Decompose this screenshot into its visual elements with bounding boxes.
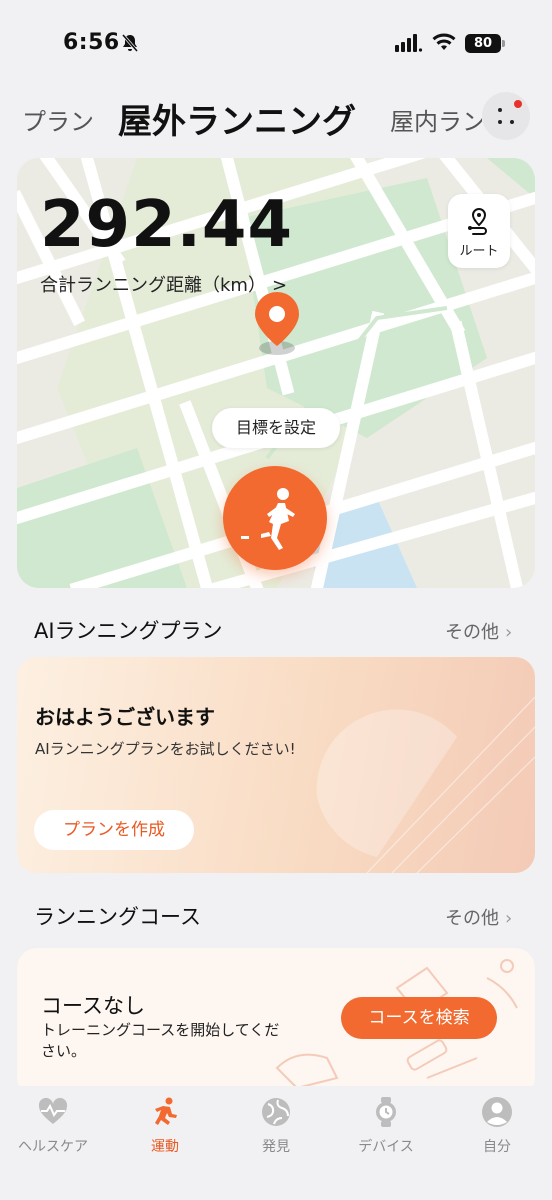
nav-discover[interactable]: 発見 — [221, 1096, 331, 1156]
status-time: 6:56 — [63, 30, 120, 55]
more-menu-button[interactable] — [482, 92, 530, 140]
nav-exercise[interactable]: 運動 — [110, 1096, 220, 1156]
notification-dot — [514, 100, 522, 108]
route-icon — [468, 207, 487, 235]
tab-plan[interactable]: プラン — [22, 102, 94, 137]
mode-tabs: プラン 屋外ランニング 屋内ランニング — [0, 88, 552, 148]
chevron-right-icon: › — [505, 622, 513, 643]
nav-me-label: 自分 — [483, 1139, 511, 1155]
watch-icon — [376, 1097, 396, 1127]
wifi-icon — [432, 33, 456, 50]
start-run-button[interactable] — [223, 466, 327, 570]
bottom-nav: ヘルスケア 運動 発見 デバイス 自分 — [0, 1086, 552, 1200]
route-label: ルート — [459, 244, 499, 259]
bell-muted-icon — [121, 34, 139, 52]
create-plan-button[interactable]: プランを作成 — [34, 810, 194, 850]
ai-plan-more-label: その他 — [445, 622, 499, 643]
distance-label-text: 合計ランニング距離（km） — [40, 275, 266, 296]
plan-description: AIランニングプランをお試しください! — [35, 740, 296, 758]
tab-indoor-running[interactable]: 屋内ランニング — [390, 102, 482, 137]
route-button[interactable]: ルート — [448, 194, 510, 268]
nav-health-label: ヘルスケア — [18, 1139, 88, 1155]
ai-plan-card: おはようございます AIランニングプランをお試しください! プランを作成 — [17, 657, 535, 873]
total-distance-value: 292.44 — [40, 188, 293, 262]
person-icon — [482, 1097, 512, 1127]
running-icon — [155, 1097, 177, 1125]
runner-icon — [241, 488, 295, 550]
globe-icon — [262, 1098, 290, 1126]
ai-plan-section-title: AIランニングプラン — [34, 619, 223, 643]
courses-card: コースなし トレーニングコースを開始してください。 コースを検索 — [17, 948, 535, 1098]
nav-devices[interactable]: デバイス — [331, 1096, 441, 1156]
courses-more-label: その他 — [445, 908, 499, 929]
nav-devices-label: デバイス — [358, 1139, 414, 1155]
no-course-description: トレーニングコースを開始してください。 — [41, 1021, 280, 1060]
nav-exercise-label: 運動 — [151, 1139, 179, 1155]
courses-section-title: ランニングコース — [34, 905, 201, 929]
nav-me[interactable]: 自分 — [442, 1096, 552, 1156]
location-pin-icon — [255, 292, 299, 355]
status-bar: 6:56 80 — [0, 0, 552, 90]
nav-discover-label: 発見 — [262, 1139, 290, 1155]
map-card: 292.44 合計ランニング距離（km） > ルート 目標を設定 — [17, 158, 535, 588]
set-goal-button[interactable]: 目標を設定 — [212, 408, 340, 448]
battery-indicator: 80 — [465, 34, 505, 53]
plan-greeting: おはようございます — [35, 705, 215, 729]
ai-plan-more-link[interactable]: その他 › — [445, 618, 512, 644]
courses-more-link[interactable]: その他 › — [445, 904, 512, 930]
signal-icon — [395, 34, 423, 52]
search-course-button[interactable]: コースを検索 — [341, 997, 497, 1039]
no-course-title: コースなし — [41, 994, 145, 1018]
nav-health[interactable]: ヘルスケア — [0, 1096, 108, 1156]
heart-icon — [38, 1097, 68, 1124]
chevron-right-icon: › — [505, 908, 513, 929]
tab-outdoor-running[interactable]: 屋外ランニング — [118, 94, 356, 143]
